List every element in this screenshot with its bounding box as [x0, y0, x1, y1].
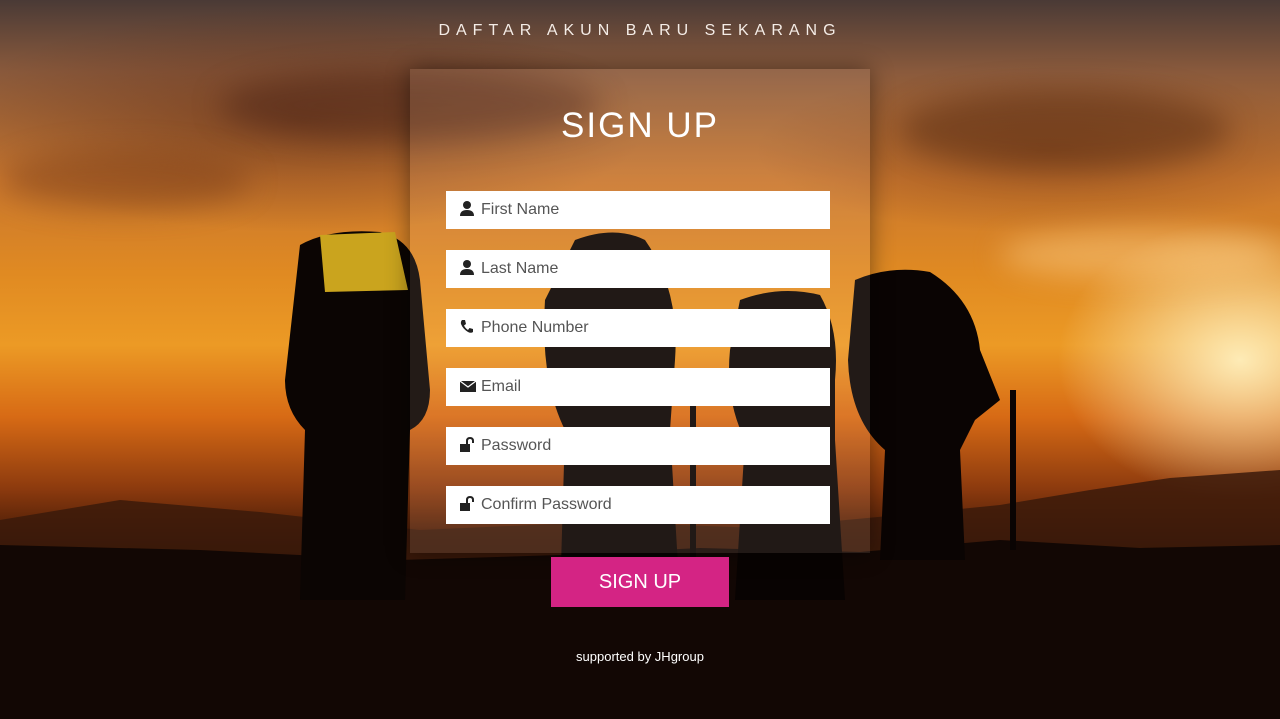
last-name-field[interactable]: [446, 250, 830, 288]
last-name-input[interactable]: [481, 250, 821, 288]
footer-credit: supported by JHgroup: [576, 649, 704, 664]
user-icon: [459, 259, 475, 277]
unlock-icon: [459, 436, 475, 454]
email-field[interactable]: [446, 368, 830, 406]
user-icon: [459, 200, 475, 218]
email-input[interactable]: [481, 368, 821, 406]
confirm-password-field[interactable]: [446, 486, 830, 524]
password-input[interactable]: [481, 427, 821, 465]
phone-number-input[interactable]: [481, 309, 821, 347]
phone-number-field[interactable]: [446, 309, 830, 347]
confirm-password-input[interactable]: [481, 486, 821, 524]
form-title: SIGN UP: [561, 106, 719, 145]
envelope-icon: [459, 377, 477, 395]
first-name-field[interactable]: [446, 191, 830, 229]
unlock-icon: [459, 495, 475, 513]
page-tagline: DAFTAR AKUN BARU SEKARANG: [438, 22, 842, 39]
sign-up-button[interactable]: SIGN UP: [551, 557, 729, 607]
first-name-input[interactable]: [481, 191, 821, 229]
password-field[interactable]: [446, 427, 830, 465]
phone-icon: [459, 318, 475, 336]
